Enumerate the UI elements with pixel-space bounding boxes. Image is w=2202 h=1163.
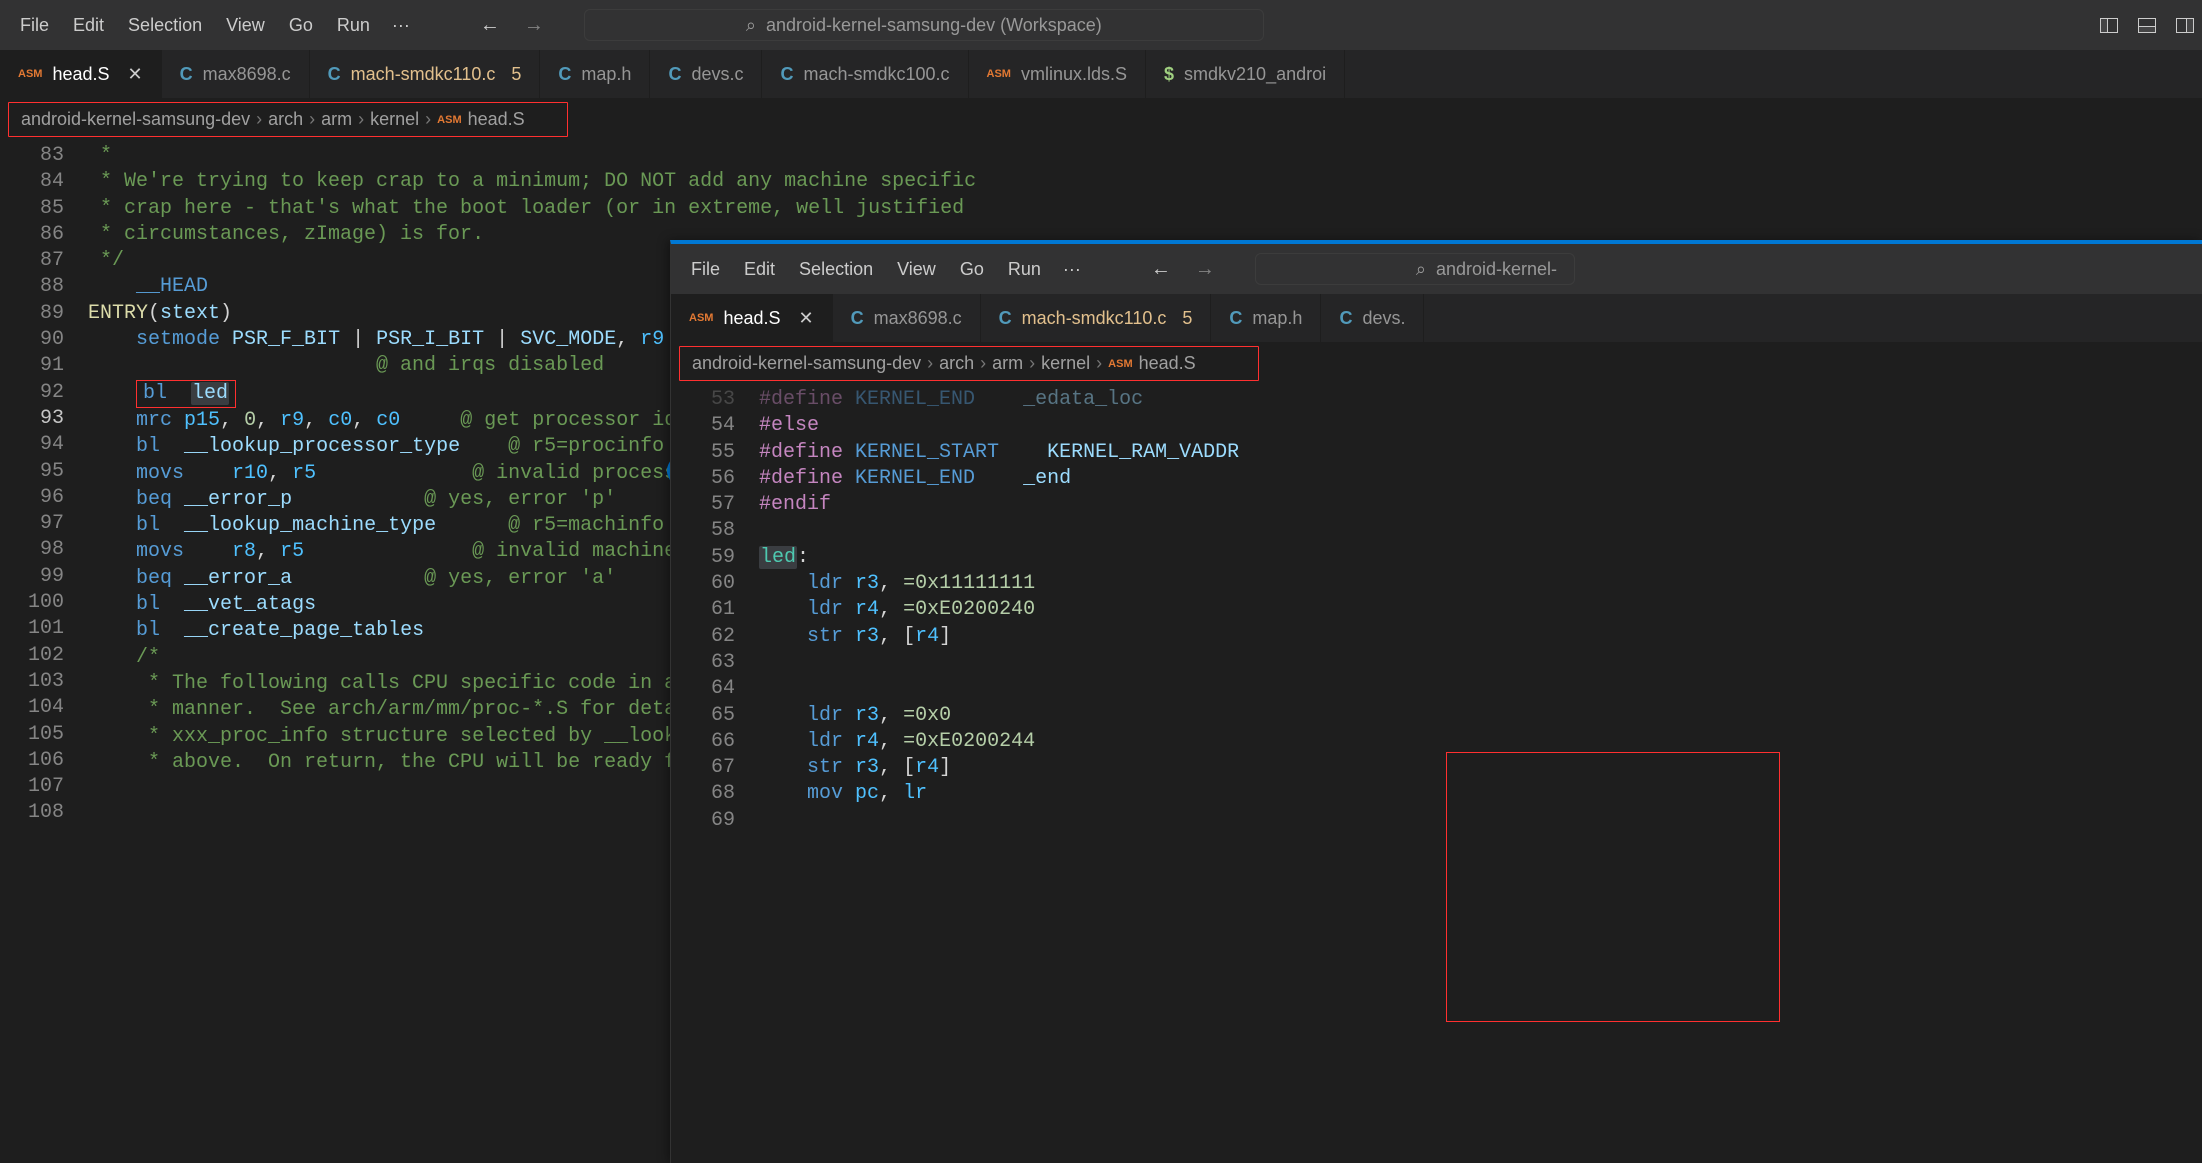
tabbar-secondary: ASM head.S ✕ C max8698.c C mach-smdkc110… — [671, 294, 2202, 342]
breadcrumb[interactable]: android-kernel-samsung-dev› arch› arm› k… — [8, 102, 568, 137]
asm-file-icon: ASM — [987, 68, 1011, 80]
menu-overflow-icon[interactable]: ··· — [382, 15, 420, 36]
tab-head-s[interactable]: ASM head.S ✕ — [671, 294, 833, 342]
layout-controls — [2100, 18, 2194, 33]
tab-head-s[interactable]: ASM head.S ✕ — [0, 50, 162, 98]
c-file-icon: C — [668, 64, 681, 85]
tab-mach-smdkc110-c[interactable]: C mach-smdkc110.c 5 — [310, 50, 541, 98]
menu-edit[interactable]: Edit — [732, 259, 787, 280]
search-placeholder: android-kernel-samsung-dev (Workspace) — [766, 15, 1102, 36]
menubar-secondary: File Edit Selection View Go Run ··· ← → … — [671, 244, 2202, 294]
c-file-icon: C — [1229, 308, 1242, 329]
asm-file-icon: ASM — [689, 312, 713, 324]
shell-file-icon: $ — [1164, 64, 1174, 85]
toggle-panel-bottom-icon[interactable] — [2138, 18, 2156, 33]
menu-selection[interactable]: Selection — [116, 15, 214, 36]
tab-mach-smdkc110-c[interactable]: C mach-smdkc110.c 5 — [981, 294, 1212, 342]
command-center-search[interactable]: ⌕ android-kernel- — [1255, 253, 1575, 285]
menu-run[interactable]: Run — [996, 259, 1053, 280]
menu-view[interactable]: View — [214, 15, 277, 36]
nav-back-icon[interactable]: ← — [1151, 258, 1171, 281]
close-icon[interactable]: ✕ — [128, 64, 143, 85]
search-icon: ⌕ — [1416, 259, 1426, 280]
toggle-sidebar-left-icon[interactable] — [2100, 18, 2118, 33]
search-placeholder: android-kernel- — [1436, 259, 1557, 280]
c-file-icon: C — [328, 64, 341, 85]
tab-vmlinux-lds-s[interactable]: ASM vmlinux.lds.S — [969, 50, 1146, 98]
menu-run[interactable]: Run — [325, 15, 382, 36]
menu-selection[interactable]: Selection — [787, 259, 885, 280]
menu-go[interactable]: Go — [277, 15, 325, 36]
asm-file-icon: ASM — [1108, 358, 1132, 370]
menu-file[interactable]: File — [679, 259, 732, 280]
asm-file-icon: ASM — [18, 68, 42, 80]
menubar: File Edit Selection View Go Run ··· ← → … — [0, 0, 2202, 50]
tab-smdkv210-android[interactable]: $ smdkv210_androi — [1146, 50, 1345, 98]
toggle-sidebar-right-icon[interactable] — [2176, 18, 2194, 33]
menu-view[interactable]: View — [885, 259, 948, 280]
tab-mach-smdkc100-c[interactable]: C mach-smdkc100.c — [762, 50, 968, 98]
tab-devs-c[interactable]: C devs.c — [650, 50, 762, 98]
secondary-window: File Edit Selection View Go Run ··· ← → … — [670, 240, 2202, 1163]
line-number-gutter: 8384858687888990919293949596979899100101… — [0, 143, 88, 827]
breadcrumb[interactable]: android-kernel-samsung-dev› arch› arm› k… — [679, 346, 1259, 381]
tab-map-h[interactable]: C map.h — [540, 50, 650, 98]
c-file-icon: C — [851, 308, 864, 329]
c-file-icon: C — [780, 64, 793, 85]
tab-max8698-c[interactable]: C max8698.c — [833, 294, 981, 342]
c-file-icon: C — [1339, 308, 1352, 329]
menu-go[interactable]: Go — [948, 259, 996, 280]
tab-map-h[interactable]: C map.h — [1211, 294, 1321, 342]
nav-back-icon[interactable]: ← — [480, 14, 500, 37]
menu-file[interactable]: File — [8, 15, 61, 36]
menu-edit[interactable]: Edit — [61, 15, 116, 36]
code-editor-secondary[interactable]: 5354555657585960616263646566676869 #defi… — [671, 385, 2202, 834]
tab-max8698-c[interactable]: C max8698.c — [162, 50, 310, 98]
command-center-search[interactable]: ⌕ android-kernel-samsung-dev (Workspace) — [584, 9, 1264, 41]
nav-forward-icon: → — [1195, 258, 1215, 281]
c-file-icon: C — [999, 308, 1012, 329]
tab-devs[interactable]: C devs. — [1321, 294, 1424, 342]
line-number-gutter: 5354555657585960616263646566676869 — [671, 387, 759, 834]
nav-forward-icon: → — [524, 14, 544, 37]
tabbar: ASM head.S ✕ C max8698.c C mach-smdkc110… — [0, 50, 2202, 98]
menu-overflow-icon[interactable]: ··· — [1053, 259, 1091, 280]
asm-file-icon: ASM — [437, 114, 461, 126]
code-content[interactable]: #define KERNEL_END _edata_loc#else#defin… — [759, 387, 2202, 834]
close-icon[interactable]: ✕ — [799, 308, 814, 329]
c-file-icon: C — [558, 64, 571, 85]
c-file-icon: C — [180, 64, 193, 85]
search-icon: ⌕ — [746, 15, 756, 36]
